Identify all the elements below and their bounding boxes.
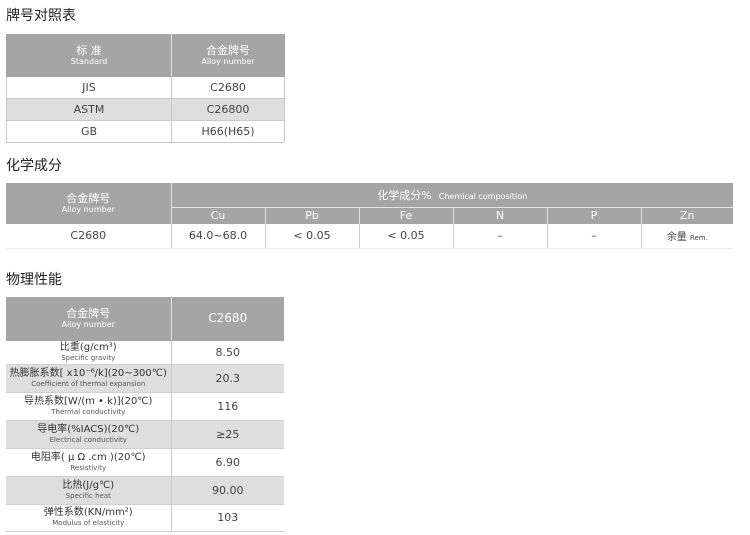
n-cell: – bbox=[453, 224, 548, 249]
pb-cell: < 0.05 bbox=[265, 224, 360, 249]
property-value: 90.00 bbox=[171, 476, 284, 505]
property-label: 热膨胀系数[ x10⁻⁶/k](20~300℃) Coefficient of … bbox=[6, 364, 172, 393]
element-header: Zn bbox=[640, 206, 734, 224]
fe-cell: < 0.05 bbox=[359, 224, 454, 249]
zn-remainder-en: Rem. bbox=[689, 234, 708, 243]
table-row: 弹性系数(KN/mm²) Modulus of elasticity 103 bbox=[6, 504, 284, 532]
alloy-header-en: Alloy number bbox=[61, 319, 115, 329]
property-label: 导电率(%IACS)(20℃) Electrical conductivity bbox=[6, 420, 172, 449]
p-cell: – bbox=[547, 224, 642, 249]
alloy-cell: C26800 bbox=[171, 98, 285, 121]
physical-properties-table: 合金牌号 Alloy number C2680 比重(g/cm³) Specif… bbox=[6, 297, 284, 532]
table-row: 电阻率( μ Ω .cm )(20℃) Resistivity 6.90 bbox=[6, 448, 284, 477]
property-label-en: Specific gravity bbox=[61, 353, 116, 362]
table-row: JIS C2680 bbox=[6, 76, 285, 99]
element-header: Cu bbox=[170, 206, 265, 224]
alloy-header-zh: 合金牌号 bbox=[66, 306, 111, 320]
composition-caption-zh: 化学成分% bbox=[377, 188, 432, 202]
property-label: 比重(g/cm³) Specific gravity bbox=[6, 340, 172, 365]
alloy-cell: H66(H65) bbox=[171, 120, 285, 143]
property-label-zh: 热膨胀系数[ x10⁻⁶/k](20~300℃) bbox=[9, 367, 167, 379]
property-label-en: Thermal conductivity bbox=[51, 407, 126, 416]
standard-header: 标 准 Standard bbox=[6, 34, 172, 77]
alloy-header-en: Alloy number bbox=[201, 57, 255, 66]
property-value: ≥25 bbox=[171, 420, 284, 449]
element-header: Pb bbox=[264, 206, 359, 224]
table-row: GB H66(H65) bbox=[6, 120, 285, 143]
element-header: Fe bbox=[358, 206, 453, 224]
chem-table-title: 化学成分 bbox=[6, 158, 62, 174]
phys-table-title: 物理性能 bbox=[6, 272, 62, 288]
property-label: 弹性系数(KN/mm²) Modulus of elasticity bbox=[6, 504, 172, 532]
alloy-header-zh: 合金牌号 bbox=[66, 192, 111, 205]
property-label-en: Electrical conductivity bbox=[49, 435, 127, 444]
standard-header-en: Standard bbox=[70, 57, 108, 66]
property-label-en: Specific heat bbox=[65, 491, 111, 500]
property-label-en: Resistivity bbox=[70, 463, 107, 472]
property-label-en: Modulus of elasticity bbox=[52, 519, 125, 527]
alloy-value-header: C2680 bbox=[171, 297, 284, 341]
property-label-zh: 导热系数[W/(m • k)](20℃) bbox=[24, 395, 153, 407]
property-value: 116 bbox=[171, 392, 284, 421]
alloy-header: 合金牌号 Alloy number bbox=[6, 183, 172, 224]
table-header-row: 合金牌号 Alloy number 化学成分% Chemical composi… bbox=[6, 183, 734, 224]
table-row: 导电率(%IACS)(20℃) Electrical conductivity … bbox=[6, 420, 284, 449]
alloy-header: 合金牌号 Alloy number bbox=[6, 297, 172, 341]
standard-cell: ASTM bbox=[6, 98, 172, 121]
property-label-zh: 弹性系数(KN/mm²) bbox=[43, 507, 133, 518]
property-value: 20.3 bbox=[171, 364, 284, 393]
composition-caption: 化学成分% Chemical composition bbox=[171, 183, 734, 207]
element-header: P bbox=[546, 206, 641, 224]
grade-comparison-table: 标 准 Standard 合金牌号 Alloy number JIS C2680… bbox=[6, 34, 285, 143]
alloy-header: 合金牌号 Alloy number bbox=[171, 34, 285, 77]
element-header: N bbox=[452, 206, 547, 224]
property-label-zh: 导电率(%IACS)(20℃) bbox=[37, 423, 140, 435]
table-header-row: 合金牌号 Alloy number C2680 bbox=[6, 297, 284, 341]
property-label: 导热系数[W/(m • k)](20℃) Thermal conductivit… bbox=[6, 392, 172, 421]
standard-cell: JIS bbox=[6, 76, 172, 99]
table-row: 热膨胀系数[ x10⁻⁶/k](20~300℃) Coefficient of … bbox=[6, 364, 284, 393]
alloy-header-zh: 合金牌号 bbox=[206, 44, 250, 57]
property-value: 6.90 bbox=[171, 448, 284, 477]
table-header-row: 标 准 Standard 合金牌号 Alloy number bbox=[6, 34, 285, 77]
property-value: 103 bbox=[171, 504, 284, 532]
zn-remainder-zh: 余量 bbox=[666, 232, 687, 244]
zn-cell: 余量 Rem. bbox=[641, 224, 734, 249]
table-row: ASTM C26800 bbox=[6, 98, 285, 121]
property-label: 比热(J/g℃) Specific heat bbox=[6, 476, 172, 505]
property-label-zh: 比热(J/g℃) bbox=[62, 479, 115, 491]
chemical-composition-table: 合金牌号 Alloy number 化学成分% Chemical composi… bbox=[6, 183, 734, 249]
alloy-cell: C2680 bbox=[6, 224, 172, 249]
property-value: 8.50 bbox=[171, 340, 284, 365]
table-row: 比热(J/g℃) Specific heat 90.00 bbox=[6, 476, 284, 505]
standard-header-zh: 标 准 bbox=[76, 44, 102, 57]
table-row: 导热系数[W/(m • k)](20℃) Thermal conductivit… bbox=[6, 392, 284, 421]
alloy-cell: C2680 bbox=[171, 76, 285, 99]
property-label-zh: 电阻率( μ Ω .cm )(20℃) bbox=[30, 451, 146, 463]
table-row: C2680 64.0~68.0 < 0.05 < 0.05 – – 余量 Rem… bbox=[6, 224, 734, 249]
property-label: 电阻率( μ Ω .cm )(20℃) Resistivity bbox=[6, 448, 172, 477]
property-label-en: Coefficient of thermal expansion bbox=[31, 379, 146, 388]
composition-caption-en: Chemical composition bbox=[438, 191, 528, 201]
cu-cell: 64.0~68.0 bbox=[171, 224, 266, 249]
alloy-header-en: Alloy number bbox=[61, 205, 115, 214]
property-label-zh: 比重(g/cm³) bbox=[59, 341, 117, 353]
grade-table-title: 牌号对照表 bbox=[6, 8, 76, 24]
table-row: 比重(g/cm³) Specific gravity 8.50 bbox=[6, 340, 284, 365]
standard-cell: GB bbox=[6, 120, 172, 143]
